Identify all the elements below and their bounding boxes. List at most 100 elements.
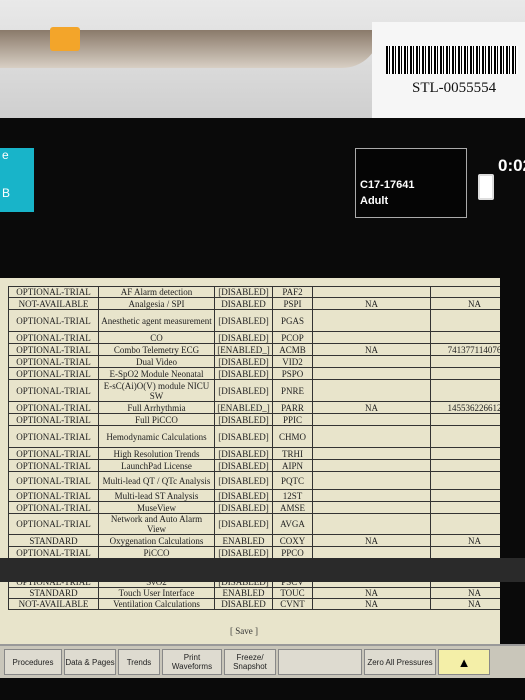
option-status-cell: OPTIONAL-TRIAL bbox=[8, 513, 99, 535]
options-table-row: OPTIONAL-TRIAL Multi-lead QT / QTc Analys… bbox=[8, 471, 500, 490]
option-feature-cell: Hemodynamic Calculations bbox=[98, 425, 215, 448]
option-c1-cell: NA bbox=[312, 343, 431, 356]
options-table-row: OPTIONAL-TRIAL Full PiCCO [DISABLED] PPIC bbox=[8, 413, 500, 426]
options-table-row: STANDARD Touch User Interface ENABLED TOUC N… bbox=[8, 587, 500, 599]
option-state-cell: [ENABLED_] bbox=[214, 401, 273, 414]
option-c1-cell bbox=[312, 309, 431, 332]
option-c2-cell bbox=[430, 355, 500, 368]
option-c1-cell bbox=[312, 459, 431, 472]
option-c2-cell: 741377114076 bbox=[430, 343, 500, 356]
trends-button[interactable]: Trends bbox=[118, 649, 160, 675]
parameter-tile[interactable]: e B bbox=[0, 148, 34, 212]
options-table-row: OPTIONAL-TRIAL PiCCO [DISABLED] PPCO bbox=[8, 546, 500, 559]
option-c2-cell bbox=[430, 489, 500, 502]
option-code-cell: AMSE bbox=[272, 501, 313, 514]
patient-info-box[interactable]: C17-17641 Adult bbox=[355, 148, 467, 218]
print-waveforms-button[interactable]: Print Waveforms bbox=[162, 649, 222, 675]
option-c1-cell bbox=[312, 471, 431, 490]
option-state-cell: DISABLED bbox=[214, 598, 273, 610]
options-table-row: OPTIONAL-TRIAL MuseView [DISABLED] AMSE bbox=[8, 501, 500, 514]
option-c1-cell bbox=[312, 413, 431, 426]
data-pages-button[interactable]: Data & Pages bbox=[64, 649, 116, 675]
option-code-cell: PCOP bbox=[272, 331, 313, 344]
option-c2-cell bbox=[430, 513, 500, 535]
option-feature-cell: Full Arrhythmia bbox=[98, 401, 215, 414]
option-code-cell: COXY bbox=[272, 534, 313, 547]
option-c2-cell bbox=[430, 425, 500, 448]
option-status-cell: NOT-AVAILABLE bbox=[8, 598, 99, 610]
option-c2-cell bbox=[430, 286, 500, 298]
option-c1-cell bbox=[312, 367, 431, 380]
option-code-cell: CHMO bbox=[272, 425, 313, 448]
options-table-row: NOT-AVAILABLE Ventilation Calculations DIS… bbox=[8, 598, 500, 610]
clock: 0:02 bbox=[498, 156, 525, 175]
option-c2-cell: NA bbox=[430, 534, 500, 547]
option-c1-cell bbox=[312, 489, 431, 502]
option-state-cell: [DISABLED] bbox=[214, 471, 273, 490]
option-code-cell: TOUC bbox=[272, 587, 313, 599]
options-table-row: OPTIONAL-TRIAL Hemodynamic Calculations [D… bbox=[8, 425, 500, 448]
freeze-snapshot-button[interactable]: Freeze/ Snapshot bbox=[224, 649, 276, 675]
option-code-cell: PNRE bbox=[272, 379, 313, 402]
asset-tag-text: STL-0055554 bbox=[412, 80, 497, 96]
option-code-cell: PARR bbox=[272, 401, 313, 414]
option-feature-cell: E-sC(Ai)O(V) module NICU SW bbox=[98, 379, 215, 402]
option-code-cell: VID2 bbox=[272, 355, 313, 368]
option-state-cell: ENABLED bbox=[214, 587, 273, 599]
option-status-cell: OPTIONAL-TRIAL bbox=[8, 343, 99, 356]
alarm-bell-icon[interactable]: ▲ bbox=[438, 649, 490, 675]
options-table-row: STANDARD Oxygenation Calculations ENABLED C… bbox=[8, 534, 500, 547]
option-code-cell: CVNT bbox=[272, 598, 313, 610]
option-c1-cell bbox=[312, 513, 431, 535]
option-code-cell: PQTC bbox=[272, 471, 313, 490]
option-status-cell: OPTIONAL-TRIAL bbox=[8, 413, 99, 426]
option-c1-cell bbox=[312, 425, 431, 448]
option-state-cell: ENABLED bbox=[214, 534, 273, 547]
option-c2-cell bbox=[430, 331, 500, 344]
option-state-cell: [DISABLED] bbox=[214, 355, 273, 368]
option-state-cell: DISABLED bbox=[214, 297, 273, 310]
save-button[interactable]: [ Save ] bbox=[230, 626, 258, 636]
bottom-menu-bar: Procedures Data & Pages Trends Print Wav… bbox=[0, 644, 525, 678]
option-c2-cell bbox=[430, 447, 500, 460]
option-c2-cell bbox=[430, 379, 500, 402]
options-table-row: OPTIONAL-TRIAL Full Arrhythmia [ENABLED_] P… bbox=[8, 401, 500, 414]
option-feature-cell: E-SpO2 Module Neonatal bbox=[98, 367, 215, 380]
option-state-cell: [DISABLED] bbox=[214, 413, 273, 426]
option-status-cell: OPTIONAL-TRIAL bbox=[8, 489, 99, 502]
option-code-cell: AVGA bbox=[272, 513, 313, 535]
status-led bbox=[50, 27, 80, 51]
option-feature-cell: Full PiCCO bbox=[98, 413, 215, 426]
option-code-cell: PPCO bbox=[272, 546, 313, 559]
option-c2-cell: NA bbox=[430, 297, 500, 310]
options-table-row: OPTIONAL-TRIAL Multi-lead ST Analysis [DIS… bbox=[8, 489, 500, 502]
options-table-row: NOT-AVAILABLE Analgesia / SPI DISABLED PSPI… bbox=[8, 297, 500, 310]
empty-menu-button[interactable] bbox=[278, 649, 362, 675]
option-c2-cell bbox=[430, 309, 500, 332]
patient-id: C17-17641 bbox=[360, 179, 415, 191]
option-feature-cell: Network and Auto Alarm View bbox=[98, 513, 215, 535]
option-c2-cell: NA bbox=[430, 587, 500, 599]
option-status-cell: OPTIONAL-TRIAL bbox=[8, 546, 99, 559]
options-table-row: OPTIONAL-TRIAL E-SpO2 Module Neonatal [DIS… bbox=[8, 367, 500, 380]
options-table-row: OPTIONAL-TRIAL Combo Telemetry ECG [ENABLE… bbox=[8, 343, 500, 356]
monitor-housing: STL-0055554 bbox=[0, 0, 525, 122]
option-c1-cell: NA bbox=[312, 297, 431, 310]
option-c1-cell bbox=[312, 546, 431, 559]
option-status-cell: OPTIONAL-TRIAL bbox=[8, 309, 99, 332]
option-feature-cell: Dual Video bbox=[98, 355, 215, 368]
option-code-cell: TRHI bbox=[272, 447, 313, 460]
option-c1-cell bbox=[312, 331, 431, 344]
options-table-row: OPTIONAL-TRIAL LaunchPad License [DISABLED… bbox=[8, 459, 500, 472]
zero-all-pressures-button[interactable]: Zero All Pressures bbox=[364, 649, 436, 675]
option-feature-cell: Ventilation Calculations bbox=[98, 598, 215, 610]
option-c2-cell bbox=[430, 471, 500, 490]
option-state-cell: [DISABLED] bbox=[214, 367, 273, 380]
option-state-cell: [DISABLED] bbox=[214, 425, 273, 448]
option-c1-cell: NA bbox=[312, 587, 431, 599]
option-feature-cell: High Resolution Trends bbox=[98, 447, 215, 460]
option-feature-cell: Anesthetic agent measurement bbox=[98, 309, 215, 332]
option-state-cell: [DISABLED] bbox=[214, 546, 273, 559]
option-feature-cell: AF Alarm detection bbox=[98, 286, 215, 298]
procedures-button[interactable]: Procedures bbox=[4, 649, 62, 675]
